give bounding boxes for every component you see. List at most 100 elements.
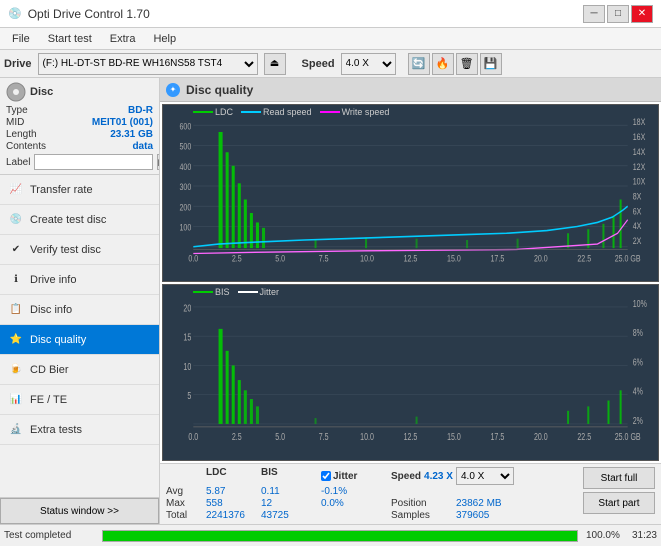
maximize-button[interactable]: □ — [607, 5, 629, 23]
save-icon[interactable]: 💾 — [480, 53, 502, 75]
avg-bis: 0.11 — [261, 486, 306, 497]
nav-create-test-disc-label: Create test disc — [30, 214, 106, 226]
nav-transfer-rate[interactable]: 📈 Transfer rate — [0, 175, 159, 205]
speed-label: Speed — [302, 58, 335, 70]
menu-start-test[interactable]: Start test — [40, 31, 100, 47]
svg-text:200: 200 — [180, 201, 192, 212]
svg-text:4%: 4% — [633, 385, 643, 397]
drive-select[interactable]: (F:) HL-DT-ST BD-RE WH16NS58 TST4 — [38, 53, 258, 75]
start-part-button[interactable]: Start part — [583, 492, 655, 514]
progress-bar-fill — [103, 531, 577, 541]
nav-drive-info[interactable]: ℹ Drive info — [0, 265, 159, 295]
svg-text:20: 20 — [183, 302, 191, 314]
speed-val: 4.23 X — [424, 471, 453, 482]
main-wrapper: Disc Type BD-R MID MEIT01 (001) Length 2… — [0, 78, 661, 524]
jitter-checkbox[interactable] — [321, 471, 331, 481]
svg-text:5.0: 5.0 — [275, 253, 285, 264]
total-bis: 43725 — [261, 510, 306, 521]
disc-contents-row: Contents data — [6, 141, 153, 152]
mid-val: MEIT01 (001) — [92, 117, 153, 128]
col-bis: BIS — [261, 467, 306, 485]
svg-text:16X: 16X — [633, 131, 646, 142]
svg-text:500: 500 — [180, 140, 192, 151]
close-button[interactable]: ✕ — [631, 5, 653, 23]
speed-select[interactable]: 4.0 X 1.0 X 2.0 X 6.0 X 8.0 X — [341, 53, 396, 75]
menu-extra[interactable]: Extra — [102, 31, 144, 47]
nav-create-test-disc[interactable]: 💿 Create test disc — [0, 205, 159, 235]
svg-text:8%: 8% — [633, 326, 643, 338]
refresh-icon[interactable]: 🔄 — [408, 53, 430, 75]
eject-button[interactable]: ⏏ — [264, 53, 286, 75]
length-val: 23.31 GB — [110, 129, 153, 140]
svg-text:22.5: 22.5 — [577, 253, 591, 264]
label-input[interactable] — [34, 154, 153, 170]
svg-text:14X: 14X — [633, 146, 646, 157]
titlebar-left: 💿 Opti Drive Control 1.70 — [8, 7, 150, 21]
nav-drive-info-label: Drive info — [30, 274, 76, 286]
sidebar: Disc Type BD-R MID MEIT01 (001) Length 2… — [0, 78, 160, 524]
svg-text:17.5: 17.5 — [491, 430, 505, 442]
label-key: Label — [6, 157, 30, 168]
nav-extra-tests[interactable]: 🔬 Extra tests — [0, 415, 159, 445]
col-ldc: LDC — [206, 467, 261, 485]
menu-file[interactable]: File — [4, 31, 38, 47]
nav-disc-quality-label: Disc quality — [30, 334, 86, 346]
nav-verify-test-disc[interactable]: ✔ Verify test disc — [0, 235, 159, 265]
svg-text:5: 5 — [187, 389, 191, 401]
nav-fe-te[interactable]: 📊 FE / TE — [0, 385, 159, 415]
nav-disc-quality[interactable]: ⭐ Disc quality — [0, 325, 159, 355]
menubar: File Start test Extra Help — [0, 28, 661, 50]
fe-te-icon: 📊 — [8, 392, 24, 408]
chart2-svg: 20 15 10 5 10% 8% 6% 4% 2% — [163, 285, 658, 461]
drive-bar: Drive (F:) HL-DT-ST BD-RE WH16NS58 TST4 … — [0, 50, 661, 78]
burn-icon[interactable]: 🔥 — [432, 53, 454, 75]
minimize-button[interactable]: ─ — [583, 5, 605, 23]
total-label: Total — [166, 510, 206, 521]
nav-list: 📈 Transfer rate 💿 Create test disc ✔ Ver… — [0, 175, 159, 497]
content-title: Disc quality — [186, 83, 253, 97]
erase-icon[interactable]: 🗑 — [456, 53, 478, 75]
status-window-button[interactable]: Status window >> — [0, 498, 159, 524]
disc-title: Disc — [30, 86, 53, 98]
verify-test-disc-icon: ✔ — [8, 242, 24, 258]
speed-select2[interactable]: 4.0 X 2.0 X 6.0 X 8.0 X — [456, 467, 514, 485]
nav-disc-info-label: Disc info — [30, 304, 72, 316]
svg-text:400: 400 — [180, 161, 192, 172]
transfer-rate-icon: 📈 — [8, 182, 24, 198]
jitter-checkbox-label: Jitter — [321, 467, 391, 485]
legend-ldc: LDC — [193, 107, 233, 117]
disc-panel: Disc Type BD-R MID MEIT01 (001) Length 2… — [0, 78, 159, 175]
label-row: Label ▶ — [6, 154, 153, 170]
start-full-button[interactable]: Start full — [583, 467, 655, 489]
svg-text:18X: 18X — [633, 116, 646, 127]
svg-text:12.5: 12.5 — [404, 253, 418, 264]
avg-jitter: -0.1% — [321, 486, 391, 497]
nav-fe-te-label: FE / TE — [30, 394, 67, 406]
svg-text:0.0: 0.0 — [188, 253, 198, 264]
svg-text:5.0: 5.0 — [275, 430, 285, 442]
action-buttons: Start full Start part — [583, 467, 655, 514]
svg-text:22.5: 22.5 — [577, 430, 591, 442]
col-blank2 — [306, 467, 321, 485]
create-test-disc-icon: 💿 — [8, 212, 24, 228]
svg-text:2.5: 2.5 — [232, 430, 242, 442]
svg-text:6X: 6X — [633, 205, 642, 216]
nav-cd-bier[interactable]: 🍺 CD Bier — [0, 355, 159, 385]
menu-help[interactable]: Help — [145, 31, 184, 47]
drive-info-icon: ℹ — [8, 272, 24, 288]
svg-text:15: 15 — [183, 331, 191, 343]
chart1-svg: 600 500 400 300 200 100 18X 16X 14X 12X … — [163, 105, 658, 281]
avg-ldc: 5.87 — [206, 486, 261, 497]
max-jitter: 0.0% — [321, 498, 391, 509]
svg-text:2%: 2% — [633, 414, 643, 426]
svg-text:10: 10 — [183, 360, 191, 372]
svg-text:10%: 10% — [633, 297, 647, 309]
svg-text:20.0: 20.0 — [534, 253, 548, 264]
svg-text:2X: 2X — [633, 235, 642, 246]
titlebar-controls[interactable]: ─ □ ✕ — [583, 5, 653, 23]
max-label: Max — [166, 498, 206, 509]
legend-jitter: Jitter — [238, 287, 280, 297]
disc-type-row: Type BD-R — [6, 105, 153, 116]
chart2-legend: BIS Jitter — [193, 287, 279, 297]
nav-disc-info[interactable]: 📋 Disc info — [0, 295, 159, 325]
